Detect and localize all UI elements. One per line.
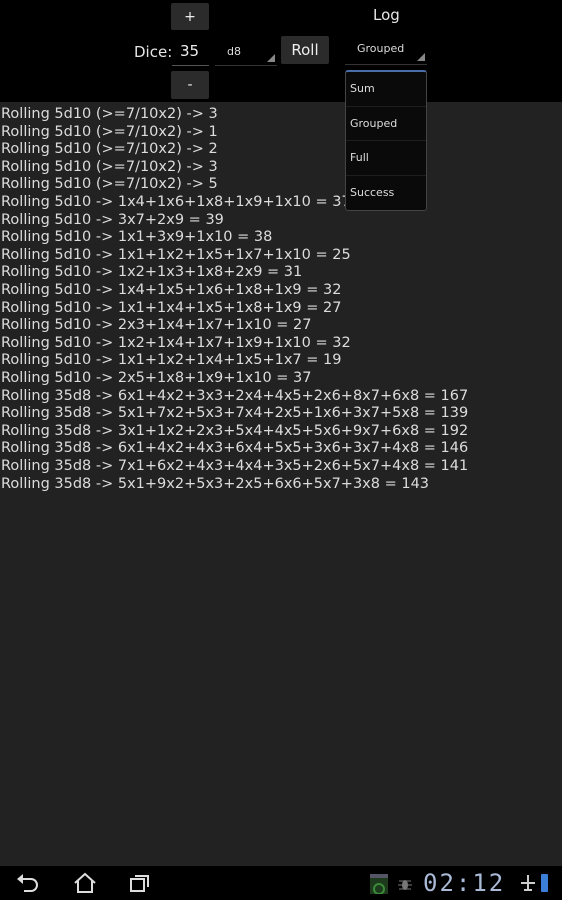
die-type-value: d8 <box>227 45 241 58</box>
decrement-button[interactable]: - <box>171 71 209 99</box>
log-mode-dropdown: Sum Grouped Full Success <box>345 70 427 211</box>
log-line: Rolling 35d8 -> 7x1+6x2+4x3+4x4+3x5+2x6+… <box>1 458 469 474</box>
log-line: Rolling 5d10 -> 1x1+1x2+1x5+1x7+1x10 = 2… <box>1 246 351 263</box>
die-type-spinner[interactable]: d8 <box>215 36 277 66</box>
log-line: Rolling 5d10 (>=7/10x2) -> 3 <box>1 158 218 175</box>
log-line: Rolling 5d10 -> 1x1+1x2+1x4+1x5+1x7 = 19 <box>1 352 342 369</box>
controls-bar: + Dice: 35 d8 Roll Log Grouped - <box>0 0 562 102</box>
log-line: Rolling 5d10 -> 1x1+3x9+1x10 = 38 <box>1 229 273 246</box>
log-line: Rolling 5d10 -> 3x7+2x9 = 39 <box>1 211 224 228</box>
battery-icon <box>541 874 548 892</box>
airplane-mode-icon <box>521 875 535 891</box>
log-line: Rolling 5d10 -> 1x1+1x4+1x5+1x8+1x9 = 27 <box>1 299 342 316</box>
log-line: Rolling 5d10 -> 1x2+1x4+1x7+1x9+1x10 = 3… <box>1 334 351 351</box>
log-line: Rolling 35d8 -> 5x1+7x2+5x3+7x4+2x5+1x6+… <box>1 405 469 422</box>
debug-icon <box>398 880 412 890</box>
roll-log: Rolling 5d10 (>=7/10x2) -> 3 Rolling 5d10… <box>0 102 562 866</box>
log-line: Rolling 5d10 (>=7/10x2) -> 5 <box>1 176 218 193</box>
increment-button[interactable]: + <box>171 3 209 30</box>
log-line: Rolling 35d8 -> 6x1+4x2+4x3+6x4+5x5+3x6+… <box>1 440 469 457</box>
gallery-notification-icon[interactable] <box>370 874 388 894</box>
log-line: Rolling 5d10 (>=7/10x2) -> 2 <box>1 141 218 158</box>
dropdown-option-grouped[interactable]: Grouped <box>346 107 426 141</box>
clock: 02:12 <box>423 869 506 897</box>
log-line: Rolling 5d10 -> 2x5+1x8+1x9+1x10 = 37 <box>1 370 312 386</box>
log-line: Rolling 5d10 (>=7/10x2) -> 3 <box>1 106 218 122</box>
dropdown-option-full[interactable]: Full <box>346 141 426 176</box>
dropdown-option-sum[interactable]: Sum <box>346 72 426 107</box>
dice-count-input[interactable]: 35 <box>172 38 209 66</box>
dropdown-option-success[interactable]: Success <box>346 176 426 211</box>
log-line: Rolling 5d10 -> 2x3+1x4+1x7+1x10 = 27 <box>1 317 312 334</box>
dropdown-arrow-icon <box>417 53 425 61</box>
recent-apps-icon[interactable] <box>129 872 153 894</box>
log-line: Rolling 5d10 (>=7/10x2) -> 1 <box>1 123 218 140</box>
system-bar: 02:12 <box>0 866 562 900</box>
log-label: Log <box>373 6 400 24</box>
dice-label: Dice: <box>134 43 173 61</box>
log-line: Rolling 35d8 -> 5x1+9x2+5x3+2x5+6x6+5x7+… <box>1 475 430 492</box>
back-icon[interactable] <box>16 872 40 894</box>
log-line: Rolling 5d10 -> 1x4+1x5+1x6+1x8+1x9 = 32 <box>1 282 342 298</box>
log-line: Rolling 35d8 -> 6x1+4x2+3x3+2x4+4x5+2x6+… <box>1 387 469 404</box>
log-line: Rolling 35d8 -> 3x1+1x2+2x3+5x4+4x5+5x6+… <box>1 422 469 439</box>
dropdown-arrow-icon <box>267 54 275 62</box>
log-mode-value: Grouped <box>357 42 405 55</box>
log-line: Rolling 5d10 -> 1x2+1x3+1x8+2x9 = 31 <box>1 264 303 281</box>
log-mode-spinner[interactable]: Grouped <box>345 36 427 65</box>
home-icon[interactable] <box>73 872 97 894</box>
log-line: Rolling 5d10 -> 1x4+1x6+1x8+1x9+1x10 = 3… <box>1 194 351 210</box>
roll-button[interactable]: Roll <box>281 36 329 64</box>
